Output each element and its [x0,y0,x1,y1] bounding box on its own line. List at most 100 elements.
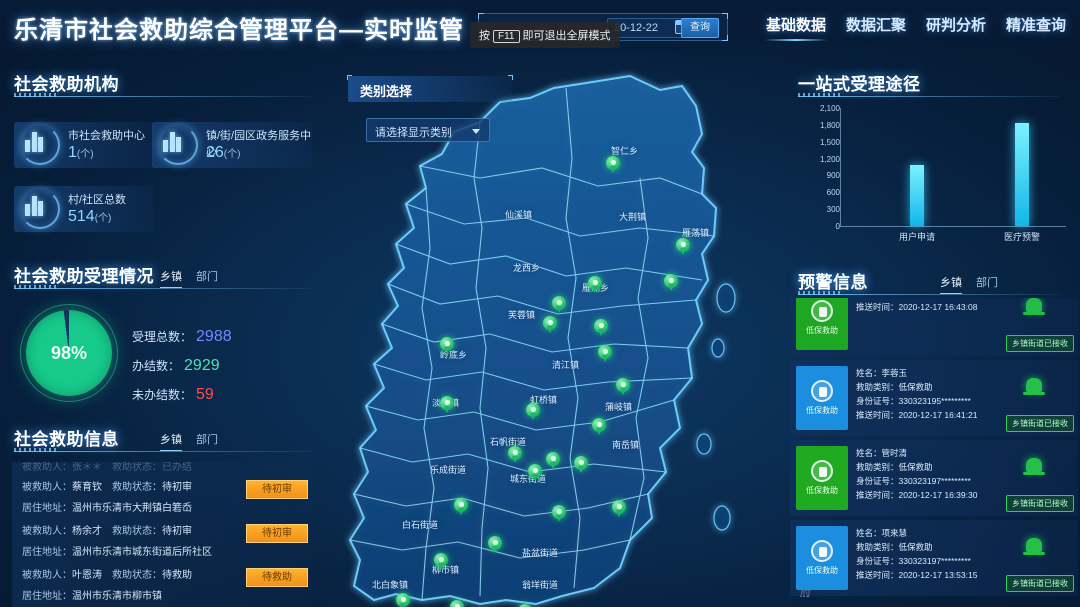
acceptance-tab-1[interactable]: 部门 [196,268,218,288]
chart-y-tick-2: 1,500 [819,137,840,147]
map-pin-icon[interactable] [526,403,540,421]
map-town-label-14[interactable]: 乐成街道 [430,463,466,476]
aid-info-tabs[interactable]: 乡镇 部门 [160,431,218,451]
map-town-label-20[interactable]: 北白象镇 [372,578,408,591]
map-pin-icon[interactable] [592,418,606,436]
aid-info-row[interactable]: 被救助人：杨余才 救助状态：待初审 居住地址：温州市乐清市城东街道后所社区 待初审 [22,522,310,566]
bell-icon [1023,298,1045,315]
acceptance-donut: 98% [20,304,118,402]
map-pin-icon[interactable] [598,345,612,363]
aid-info-address-line: 居住地址：温州市乐清市柳市镇 [22,591,162,602]
alert-badge-text: 低保救助 [806,406,838,415]
aid-info-status-button[interactable]: 待救助 [246,568,308,587]
alert-list[interactable]: 低保救助 身份证号：330382200*********推送时间：2020-12-… [790,298,1080,607]
aid-info-tab-1[interactable]: 部门 [196,431,218,451]
map-pin-icon[interactable] [450,600,464,607]
map-pin-icon[interactable] [664,274,678,292]
map-town-label-12[interactable]: 南岳镇 [612,438,639,451]
map-pin-icon[interactable] [552,505,566,523]
map-town-label-2[interactable]: 大荆镇 [619,210,646,223]
alert-line-3: 推送时间：2020-12-17 16:41:21 [856,410,978,420]
person-icon [811,300,833,322]
map-town-label-11[interactable]: 蒲岐镇 [605,400,632,413]
nav-item-3[interactable]: 精准查询 [1006,14,1066,41]
map-pin-icon[interactable] [616,378,630,396]
aid-info-row[interactable]: 被救助人：叶恩涛 救助状态：待救助 居住地址：温州市乐清市柳市镇 待救助 [22,566,310,607]
aid-info-status-button[interactable]: 待初审 [246,524,308,543]
alerts-tabs[interactable]: 乡镇 部门 [940,274,998,294]
alert-badge-text: 低保救助 [806,566,838,575]
agency-card-unit: (个) [223,149,241,160]
corner-mark [478,13,484,19]
map-pin-icon[interactable] [543,316,557,334]
category-select[interactable]: 请选择显示类别 [366,118,490,142]
section-divider [798,291,1060,295]
alert-detail-lines: 姓名：管时清 救助类别：低保救助 身份证号：330323197********* 推送… [856,446,1006,502]
map-pin-icon[interactable] [434,553,448,571]
agency-card-value: 1(个) [68,144,94,161]
alert-item[interactable]: 低保救助 身份证号：330382200*********推送时间：2020-12-… [790,298,1078,356]
alert-item[interactable]: 低保救助 姓名：李蓉玉 救助类别：低保救助 身份证号：330323195*******… [790,360,1078,436]
map-pin-icon[interactable] [528,464,542,482]
aid-info-list[interactable]: 被救助人：张＊＊ 救助状态：已办结 被救助人：蔡育钦 救助状态：待初审 居住地址：… [12,462,312,607]
agency-card-0[interactable]: 市社会救助中心 1(个) [14,122,154,168]
agencies-title: 社会救助机构 [14,75,119,94]
map-pin-icon[interactable] [440,337,454,355]
agency-card-2[interactable]: 村/社区总数 514(个) [14,186,154,232]
map-pin-icon[interactable] [508,446,522,464]
building-icon [25,132,43,152]
nav-item-2[interactable]: 研判分析 [926,14,986,41]
map-pin-icon[interactable] [606,156,620,174]
map-town-label-4[interactable]: 龙西乡 [513,261,540,274]
agency-card-label: 村/社区总数 [68,194,127,206]
map-town-label-8[interactable]: 清江镇 [552,358,579,371]
acceptance-title: 社会救助受理情况 [14,267,154,286]
acceptance-stat-label: 未办结数： [132,388,193,402]
agency-card-1[interactable]: 镇/街/园区政务服务中心 26(个) [152,122,312,168]
alert-detail-lines: 姓名：项来慧 救助类别：低保救助 身份证号：330323197********* 推送… [856,526,1006,582]
map-pin-icon[interactable] [488,536,502,554]
bell-icon [1023,378,1045,395]
aid-info-row[interactable]: 被救助人：蔡育钦 救助状态：待初审 居住地址：温州市乐清市大荆镇白箬岙 待初审 [22,478,310,522]
alerts-tab-1[interactable]: 部门 [976,274,998,294]
main-nav[interactable]: 基础数据 数据汇聚 研判分析 精准查询 [763,14,1066,41]
map-pin-icon[interactable] [552,296,566,314]
acceptance-stat-value: 59 [196,386,214,403]
alert-item[interactable]: 低保救助 姓名：管时清 救助类别：低保救助 身份证号：330323197*******… [790,440,1078,516]
map-pin-icon[interactable] [454,498,468,516]
map-town-label-6[interactable]: 芙蓉镇 [508,308,535,321]
acceptance-tabs[interactable]: 乡镇 部门 [160,268,218,288]
chart-y-tick-3: 1,200 [819,154,840,164]
corner-mark [347,75,352,80]
map-pin-icon[interactable] [574,456,588,474]
acceptance-stat-value: 2929 [184,357,220,374]
building-icon [163,132,181,152]
aid-info-status-button[interactable]: 待初审 [246,480,308,499]
aid-info-tab-0[interactable]: 乡镇 [160,431,182,451]
alert-badge-text: 低保救助 [806,326,838,335]
map-pin-icon[interactable] [612,500,626,518]
person-icon [811,380,833,402]
map-pin-icon[interactable] [588,276,602,294]
acceptance-tab-0[interactable]: 乡镇 [160,268,182,288]
map-pin-icon[interactable] [396,593,410,607]
map-town-label-19[interactable]: 翁垟街道 [522,578,558,591]
aid-info-address-line: 居住地址：温州市乐清市大荆镇白箬岙 [22,503,192,514]
map-pin-icon[interactable] [440,396,454,414]
alert-item[interactable]: 低保救助 姓名：项来慧 救助类别：低保救助 身份证号：330323197*******… [790,520,1078,596]
map-pin-icon[interactable] [594,319,608,337]
query-button[interactable]: 查询 [681,18,719,38]
alerts-tab-0[interactable]: 乡镇 [940,274,962,294]
map-pin-icon[interactable] [546,452,560,470]
nav-item-0[interactable]: 基础数据 [763,14,828,41]
chart-y-tick-0: 2,100 [819,104,840,113]
building-icon [25,196,43,216]
nav-item-1[interactable]: 数据汇聚 [846,14,906,41]
map-town-label-17[interactable]: 盐盆街道 [522,546,558,559]
map-pin-icon[interactable] [676,238,690,256]
map-town-label-16[interactable]: 白石街道 [402,518,438,531]
map-town-label-1[interactable]: 仙溪镇 [505,208,532,221]
alerts-title: 预警信息 [798,273,868,292]
agency-card-unit: (个) [76,149,94,160]
tooltip-prefix: 按 [479,30,490,42]
